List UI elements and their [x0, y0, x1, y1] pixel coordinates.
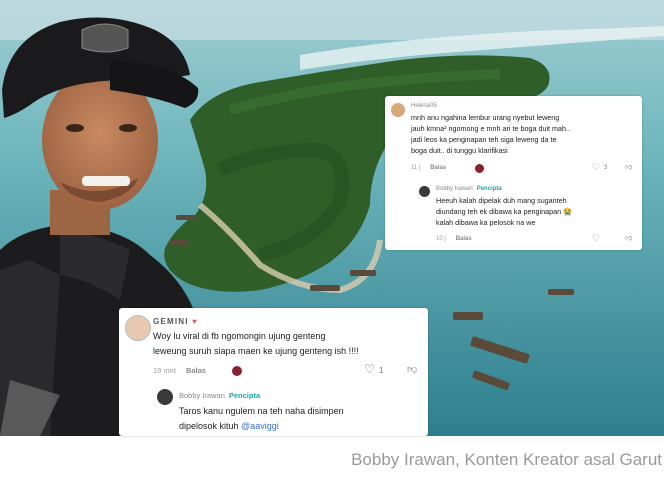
reply-button[interactable]: Balas	[430, 165, 446, 171]
comment-card-helena: Helena05 mnh anu ngahina lembur urang ny…	[385, 96, 642, 250]
avatar[interactable]	[125, 315, 151, 341]
comment-meta: 11 j Balas	[411, 165, 446, 171]
comment-line: mnh anu ngahina lembur urang nyebut lewe…	[411, 113, 560, 122]
comment-line: Woy lu viral di fb ngomongin ujung gente…	[153, 331, 326, 341]
creator-liked-avatar	[475, 164, 484, 173]
reply-line: Taros kanu ngulem na teh naha disimpen	[179, 406, 344, 416]
reply-line-text: dipelosok kituh	[179, 421, 242, 431]
heart-badge-icon: ♥	[192, 317, 199, 326]
like-count: 1	[379, 366, 384, 375]
creator-badge: Pencipta	[476, 186, 502, 192]
reply-line: diundang teh ek dibawa ka penginapan 😭	[436, 207, 573, 216]
comment-username[interactable]: Helena05	[411, 103, 437, 109]
like-count: 3	[604, 165, 608, 171]
comment-line: jauh kmna² ngomong e mnh ari te boga dui…	[411, 124, 571, 133]
comment-line: jadi leos ka penginapan teh siga leweng …	[411, 135, 557, 144]
comment-time: 11 j	[411, 165, 421, 171]
reply-author[interactable]: Bobby Irawan	[436, 186, 473, 192]
avatar[interactable]	[157, 389, 173, 405]
heart-icon[interactable]: ♡	[364, 362, 375, 376]
avatar[interactable]	[419, 186, 430, 197]
avatar[interactable]	[391, 103, 405, 117]
heart-icon[interactable]: ♡	[592, 233, 600, 244]
mention-link[interactable]: @aaviggi	[241, 421, 279, 431]
dislike-icon[interactable]: 👎︎	[407, 363, 417, 375]
dislike-icon[interactable]: 👎︎	[625, 233, 632, 242]
photo-caption: Bobby Irawan, Konten Kreator asal Garut	[351, 450, 662, 469]
creator-liked-avatar	[232, 366, 242, 376]
reply-username: Bobby Irawan Pencipta	[179, 391, 260, 400]
comment-card-gemini: GEMINI ♥ Woy lu viral di fb ngomongin uj…	[119, 308, 428, 436]
reply-line: dipelosok kituh @aaviggi	[179, 419, 279, 434]
reply-meta: 10 j Balas	[436, 236, 472, 242]
comment-line: leweung suruh siapa maen ke ujung genten…	[153, 346, 359, 356]
comment-meta: 19 mnt Balas	[153, 366, 206, 375]
creator-badge: Pencipta	[228, 391, 261, 400]
reply-time: 10 j	[436, 236, 446, 242]
reply-line: kalah dibawa ka pelosok na we	[436, 218, 536, 227]
dislike-icon[interactable]: 👎︎	[625, 162, 632, 171]
comment-username[interactable]: GEMINI ♥	[153, 317, 198, 326]
comment-username-text: GEMINI	[153, 317, 189, 326]
heart-icon[interactable]: ♡	[592, 162, 600, 173]
reply-button[interactable]: Balas	[186, 366, 206, 375]
reply-author[interactable]: Bobby Irawan	[179, 391, 225, 400]
comment-time: 19 mnt	[153, 366, 176, 375]
comment-line: boga duit.. di tunggu klarifikasi	[411, 146, 508, 155]
reply-line: Heeuh kalah dipelak duh mang suganteh	[436, 196, 567, 205]
reply-button[interactable]: Balas	[456, 236, 472, 242]
reply-username: Bobby Irawan Pencipta	[436, 186, 502, 192]
